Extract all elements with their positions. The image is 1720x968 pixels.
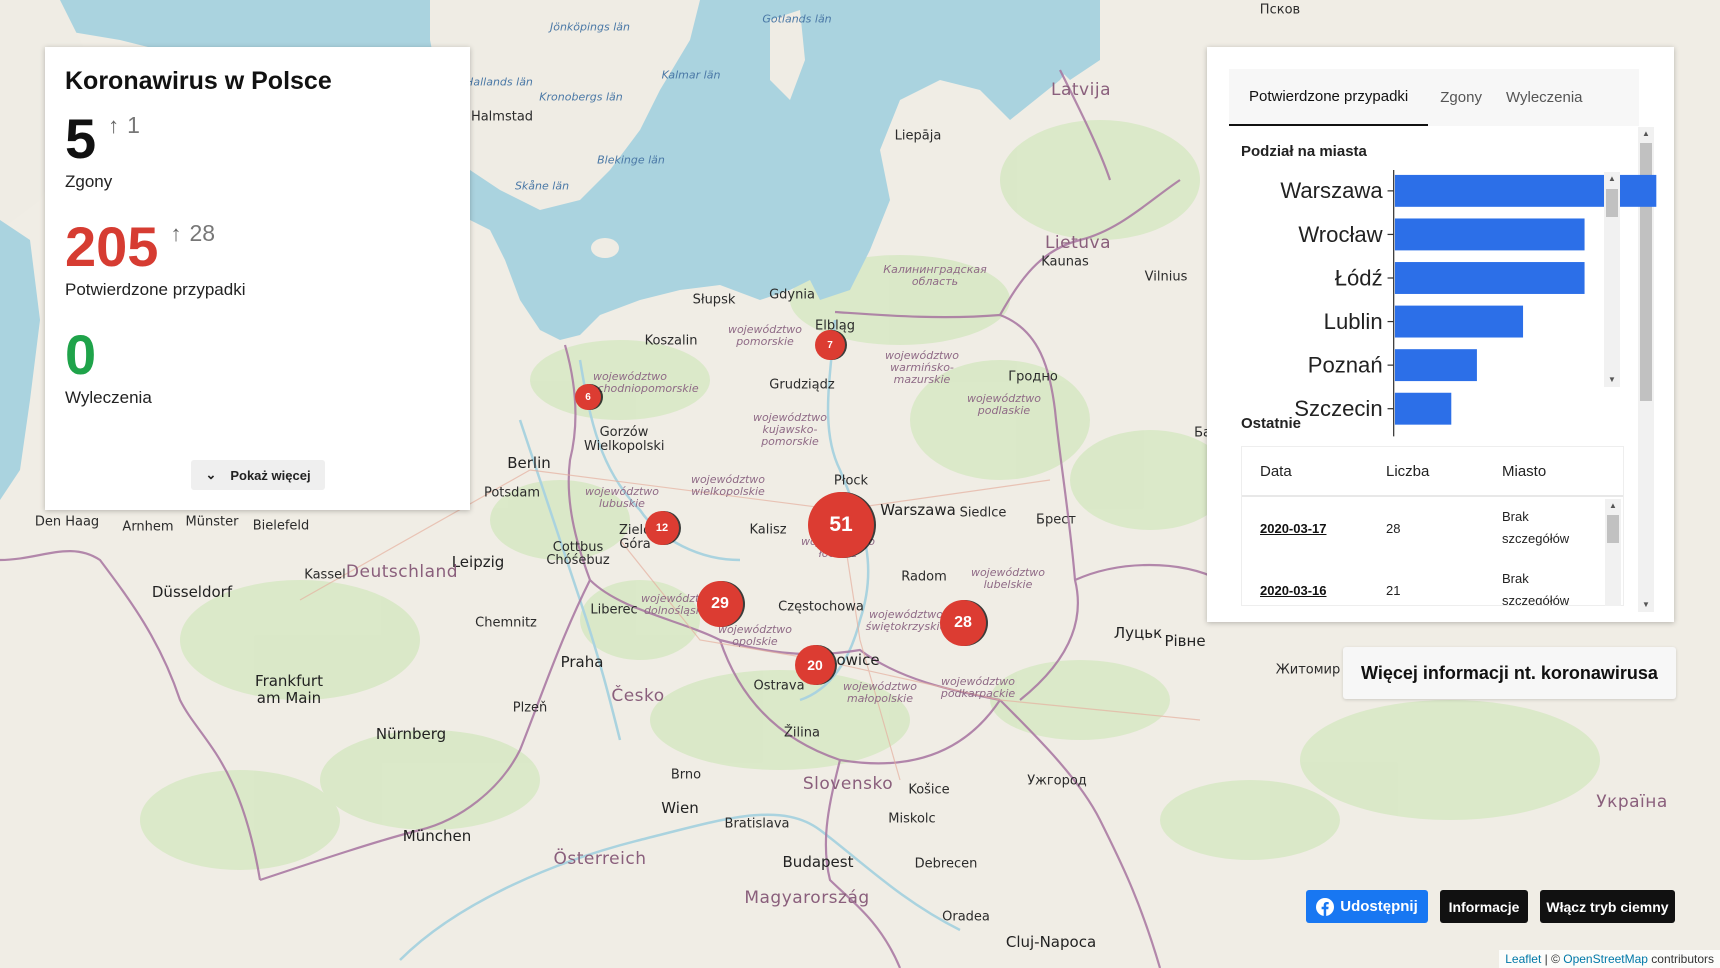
- attribution-contributors: contributors: [1647, 952, 1714, 966]
- recovered-label: Wyleczenia: [65, 388, 152, 407]
- cluster-marker-lublin[interactable]: 28: [940, 600, 986, 646]
- show-more-button[interactable]: ⌄ Pokaż więcej: [191, 460, 325, 490]
- confirmed-delta-value: 28: [189, 220, 216, 246]
- chevron-down-icon: ⌄: [205, 467, 217, 482]
- confirmed-stat: 205 ↑ 28: [65, 216, 450, 278]
- header-date: Data: [1260, 462, 1292, 480]
- osm-link[interactable]: OpenStreetMap: [1563, 952, 1648, 966]
- recovered-value: 0: [65, 323, 97, 386]
- share-button[interactable]: Udostępnij: [1306, 890, 1428, 923]
- share-label: Udostępnij: [1340, 898, 1418, 915]
- cluster-marker-szczecin[interactable]: 6: [575, 384, 601, 410]
- cluster-marker-zielona-gora[interactable]: 12: [645, 511, 679, 545]
- tab-deaths[interactable]: Zgony: [1428, 69, 1494, 126]
- chart-scrollbar[interactable]: ▲ ▼: [1604, 172, 1620, 387]
- recent-table: Data Liczba Miasto 2020-03-17 28 Brak sz…: [1241, 446, 1624, 606]
- chart-label-5: Szczecin: [1294, 396, 1382, 421]
- confirmed-label: Potwierdzone przypadki: [65, 280, 246, 299]
- cluster-marker-elblag[interactable]: 7: [815, 330, 845, 360]
- recovered-stat: 0: [65, 324, 450, 386]
- row-city-line1: Brak: [1502, 509, 1529, 524]
- row-date-link[interactable]: 2020-03-17: [1260, 521, 1327, 536]
- chart-label-1: Wrocław: [1298, 222, 1382, 247]
- chart-bar-5[interactable]: [1394, 392, 1452, 425]
- panel-tabs: Potwierdzone przypadki Zgony Wyleczenia: [1229, 69, 1639, 126]
- deaths-stat: 5 ↑ 1: [65, 108, 450, 170]
- cluster-marker-warszawa[interactable]: 51: [808, 492, 874, 558]
- row-count: 28: [1386, 520, 1401, 536]
- cluster-marker-katowice[interactable]: 20: [795, 645, 835, 685]
- row-city-line2: szczegółów: [1502, 593, 1570, 606]
- city-section-title: Podział na miasta: [1241, 143, 1367, 160]
- table-row: 2020-03-16 21 Brak szczegółów: [1242, 559, 1623, 606]
- table-scrollbar[interactable]: ▲: [1605, 499, 1621, 606]
- row-city: Brak szczegółów: [1502, 506, 1612, 550]
- deaths-label: Zgony: [65, 172, 113, 191]
- deaths-delta: ↑ 1: [108, 112, 140, 139]
- row-city: Brak szczegółów: [1502, 568, 1612, 606]
- row-city-line1: Brak: [1502, 571, 1529, 586]
- map-attribution: Leaflet | © OpenStreetMap contributors: [1499, 950, 1720, 968]
- chart-scroll-thumb[interactable]: [1606, 189, 1618, 217]
- scroll-down-icon[interactable]: ▼: [1604, 373, 1620, 387]
- info-button[interactable]: Informacje: [1440, 890, 1528, 923]
- confirmed-delta: ↑ 28: [170, 220, 215, 247]
- scroll-up-icon[interactable]: ▲: [1605, 499, 1621, 513]
- chart-label-3: Lublin: [1324, 309, 1383, 334]
- deaths-value: 5: [65, 107, 97, 170]
- dark-mode-button[interactable]: Włącz tryb ciemny: [1540, 890, 1675, 923]
- header-count: Liczba: [1386, 462, 1430, 480]
- row-count: 21: [1386, 582, 1401, 598]
- scroll-down-icon[interactable]: ▼: [1638, 598, 1654, 612]
- facebook-icon: [1316, 897, 1335, 916]
- scroll-up-icon[interactable]: ▲: [1604, 172, 1620, 186]
- confirmed-value: 205: [65, 215, 159, 278]
- chart-label-4: Poznań: [1308, 353, 1383, 378]
- table-scroll-thumb[interactable]: [1607, 515, 1619, 543]
- chart-bar-2[interactable]: [1394, 262, 1585, 294]
- arrow-up-icon: ↑: [108, 112, 120, 138]
- chart-bar-4[interactable]: [1394, 349, 1477, 382]
- attribution-separator: | ©: [1541, 952, 1564, 966]
- tab-confirmed[interactable]: Potwierdzone przypadki: [1229, 69, 1429, 126]
- chart-label-2: Łódź: [1335, 265, 1383, 290]
- header-city: Miasto: [1502, 462, 1547, 480]
- chart-bar-3[interactable]: [1394, 305, 1524, 338]
- arrow-up-icon: ↑: [170, 220, 182, 246]
- row-city-line2: szczegółów: [1502, 531, 1570, 546]
- leaflet-link[interactable]: Leaflet: [1505, 952, 1541, 966]
- recent-section-title: Ostatnie: [1241, 415, 1302, 432]
- show-more-label: Pokaż więcej: [230, 467, 311, 483]
- stats-panel: Potwierdzone przypadki Zgony Wyleczenia …: [1207, 47, 1674, 622]
- summary-title: Koronawirus w Polsce: [65, 67, 332, 95]
- deaths-delta-value: 1: [127, 112, 140, 138]
- scroll-up-icon[interactable]: ▲: [1638, 127, 1654, 141]
- recent-table-header: Data Liczba Miasto: [1242, 447, 1623, 497]
- summary-card: Koronawirus w Polsce 5 ↑ 1 Zgony 205 ↑ 2…: [45, 47, 470, 510]
- more-info-button[interactable]: Więcej informacji nt. koronawirusa: [1343, 647, 1676, 699]
- tab-recovered[interactable]: Wyleczenia: [1494, 69, 1595, 126]
- row-date-link[interactable]: 2020-03-16: [1260, 583, 1327, 598]
- chart-bar-1[interactable]: [1394, 218, 1585, 251]
- chart-label-0: Warszawa: [1280, 178, 1383, 203]
- table-row: 2020-03-17 28 Brak szczegółów: [1242, 497, 1623, 559]
- cluster-marker-wroclaw[interactable]: 29: [697, 581, 743, 627]
